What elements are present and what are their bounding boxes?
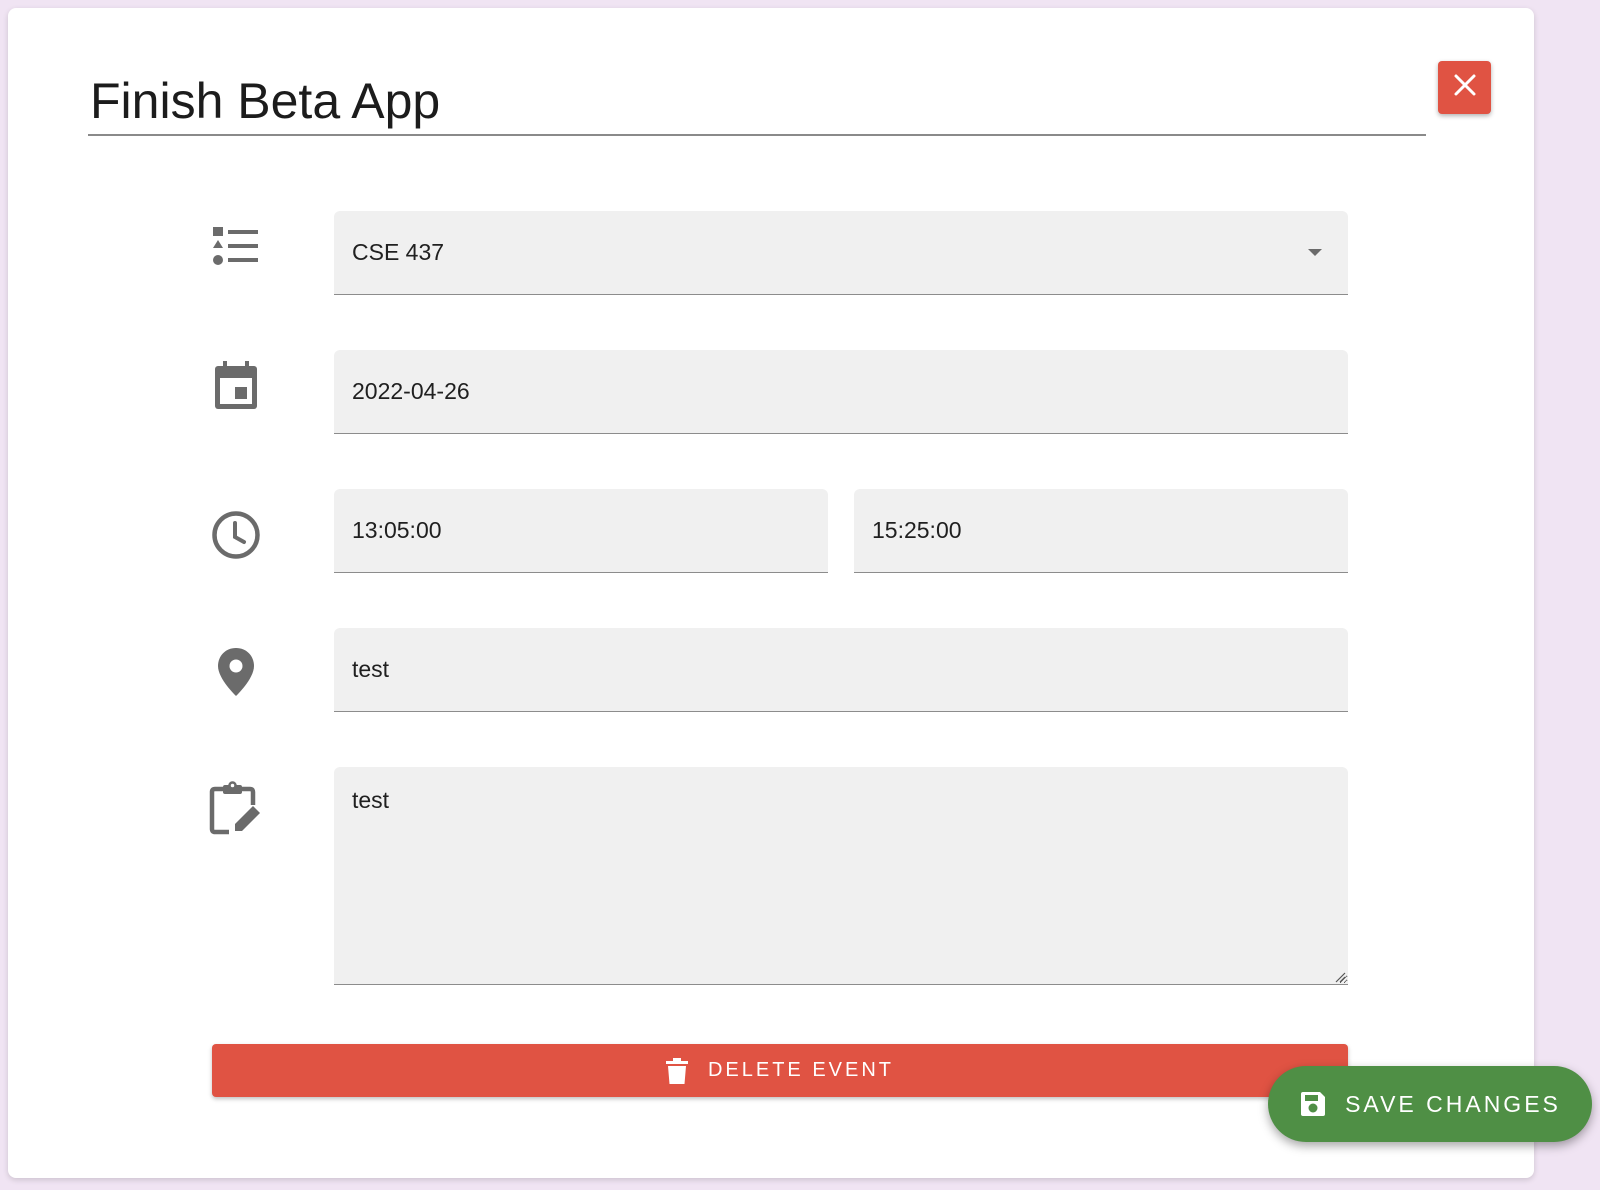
notes-textarea[interactable]: test <box>334 767 1348 984</box>
event-title-input[interactable] <box>88 68 1426 134</box>
course-select-value: CSE 437 <box>352 239 445 265</box>
edit-event-dialog: CSE 437 <box>8 8 1534 1178</box>
save-changes-label: SAVE CHANGES <box>1345 1090 1561 1117</box>
location-input[interactable] <box>334 628 1348 711</box>
clock-icon <box>208 507 264 563</box>
notes-field[interactable]: test <box>334 767 1348 985</box>
location-field[interactable] <box>334 628 1348 712</box>
end-time-input[interactable] <box>854 489 1348 572</box>
delete-event-button[interactable]: DELETE EVENT <box>212 1044 1348 1097</box>
start-time-field[interactable] <box>334 489 828 573</box>
location-pin-icon <box>208 644 264 700</box>
delete-event-label: DELETE EVENT <box>707 1059 895 1081</box>
course-select[interactable]: CSE 437 <box>334 211 1348 295</box>
clipboard-edit-icon <box>208 780 264 836</box>
save-changes-button[interactable]: SAVE CHANGES <box>1268 1066 1592 1142</box>
floppy-disk-icon <box>1299 1090 1327 1118</box>
list-icon <box>208 219 264 275</box>
date-input[interactable] <box>334 350 1348 433</box>
end-time-field[interactable] <box>854 489 1348 573</box>
close-icon <box>1453 73 1477 102</box>
resize-handle-icon[interactable] <box>1334 970 1346 983</box>
start-time-input[interactable] <box>334 489 828 572</box>
close-button[interactable] <box>1438 61 1491 114</box>
event-title-field[interactable] <box>88 68 1426 136</box>
calendar-icon <box>208 358 264 414</box>
date-field[interactable] <box>334 350 1348 434</box>
trash-icon <box>665 1057 688 1084</box>
chevron-down-icon[interactable] <box>1308 249 1322 256</box>
